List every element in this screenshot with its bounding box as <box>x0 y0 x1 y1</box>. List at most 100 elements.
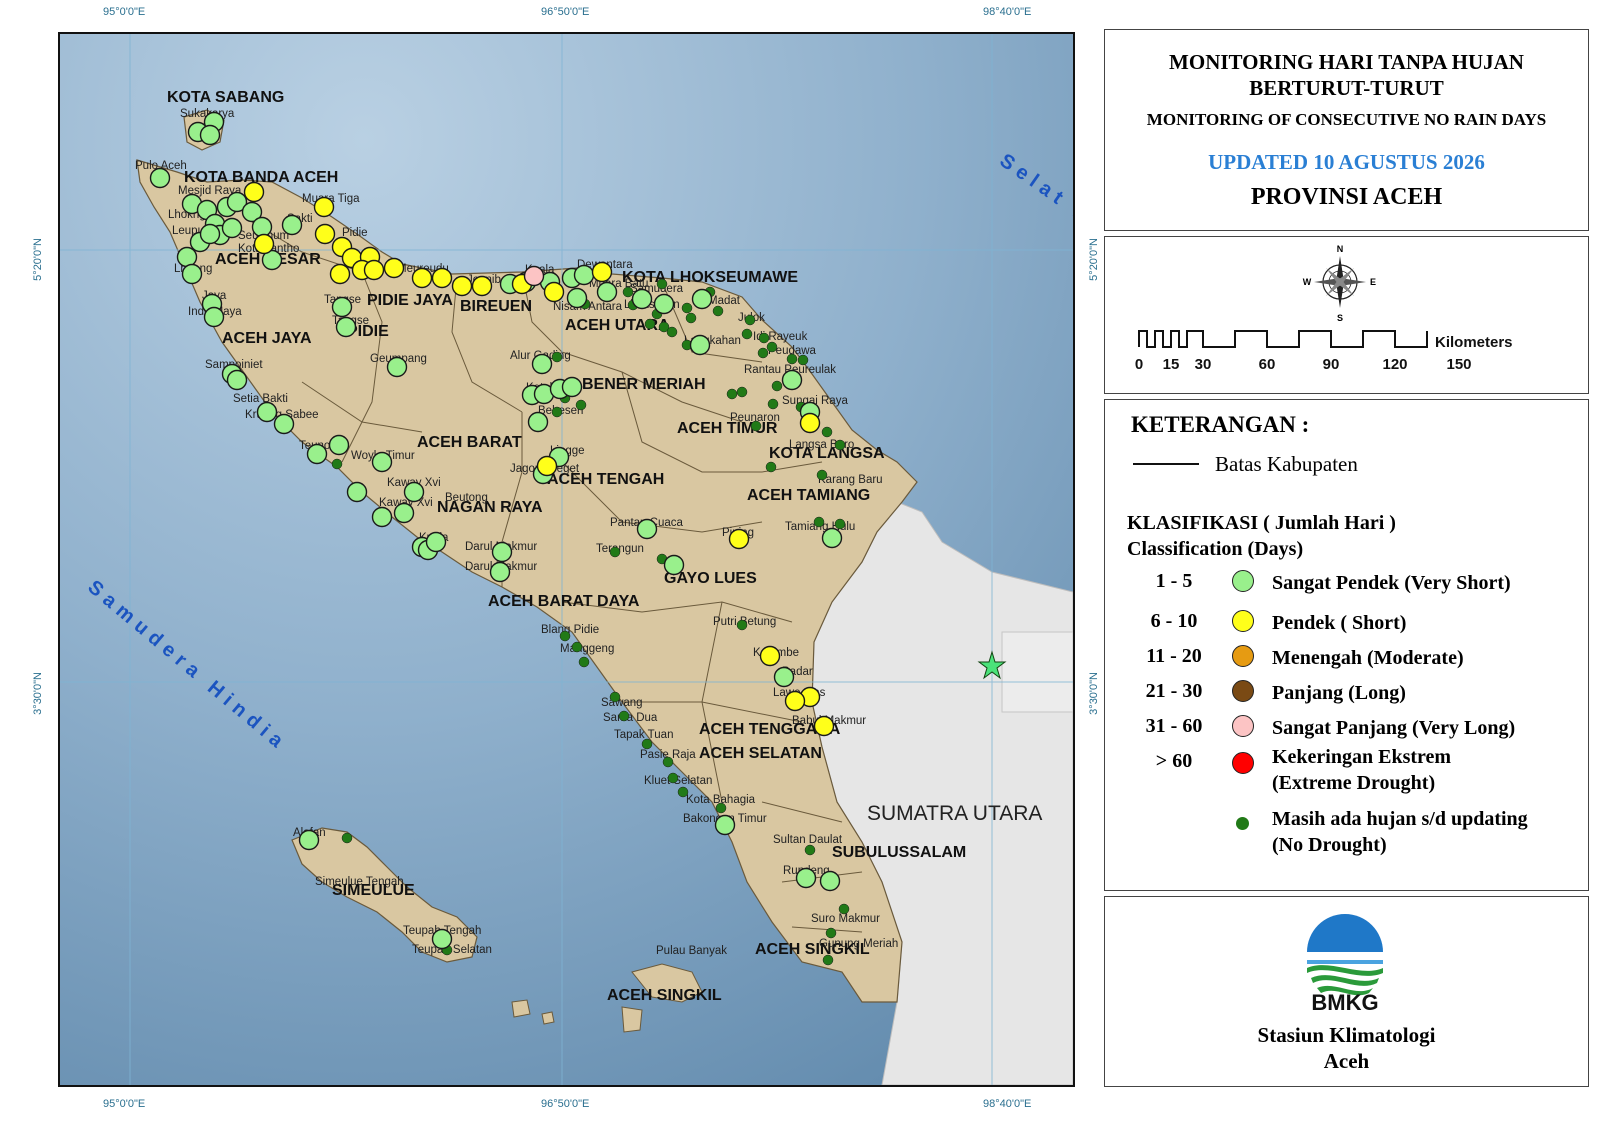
legend-label: Sangat Panjang (Very Long) <box>1272 717 1516 739</box>
compass-s: S <box>1337 313 1343 323</box>
station-line1: Stasiun Klimatologi <box>1257 1023 1436 1047</box>
station-very-short <box>199 223 221 245</box>
station-no-drought <box>816 469 828 481</box>
legend-panel: KETERANGAN : Batas Kabupaten KLASIFIKASI… <box>1104 399 1589 891</box>
station-no-drought <box>575 399 587 411</box>
station-no-drought <box>825 927 837 939</box>
station-very-short <box>425 531 447 553</box>
place-label: Sultan Daulat <box>773 834 843 846</box>
station-very-long <box>523 265 545 287</box>
station-no-drought <box>757 347 769 359</box>
station-short <box>728 528 750 550</box>
station-very-short <box>221 217 243 239</box>
bmkg-logo: BMKG <box>1307 914 1383 1015</box>
station-short <box>363 259 385 281</box>
legend-range: > 60 <box>1155 750 1193 772</box>
station-no-drought <box>331 458 343 470</box>
station-very-short <box>781 369 803 391</box>
station-no-drought <box>685 312 697 324</box>
station-very-short <box>335 316 357 338</box>
station-line2: Aceh <box>1323 1049 1370 1073</box>
station-very-short <box>371 451 393 473</box>
station-very-short <box>631 288 653 310</box>
title-line1: MONITORING HARI TANPA HUJAN <box>1169 50 1524 74</box>
station-no-drought <box>666 326 678 338</box>
station-very-short <box>573 264 595 286</box>
lon-label-mid: 96°50'0"E <box>541 6 590 18</box>
station-no-drought <box>559 630 571 642</box>
logo-panel: BMKG Stasiun Klimatologi Aceh <box>1104 896 1589 1087</box>
scale-tick-60: 60 <box>1259 356 1276 373</box>
legend-label: Sangat Pendek (Very Short) <box>1272 572 1511 594</box>
region-label: SUBULUSSALAM <box>832 844 966 861</box>
legend-label-2: (No Drought) <box>1272 834 1387 856</box>
lon-label-left-bottom: 95°0'0"E <box>103 1098 146 1110</box>
region-label: ACEH JAYA <box>222 330 312 347</box>
station-short <box>431 267 453 289</box>
station-very-short <box>561 376 583 398</box>
boundary-line-symbol <box>1133 463 1199 465</box>
station-short <box>759 645 781 667</box>
region-label: ACEH BARAT <box>417 434 522 451</box>
station-very-short <box>281 214 303 236</box>
station-no-drought <box>681 302 693 314</box>
station-very-short <box>403 481 425 503</box>
place-label: Tapak Tuan <box>614 729 673 741</box>
station-short <box>383 257 405 279</box>
legend-range: 31 - 60 <box>1145 715 1203 737</box>
station-very-short <box>256 401 278 423</box>
legend-dot-long <box>1232 680 1254 702</box>
scale-tick-30: 30 <box>1195 356 1212 373</box>
station-very-short <box>386 356 408 378</box>
legend-range: 21 - 30 <box>1145 680 1203 702</box>
station-no-drought <box>551 406 563 418</box>
station-no-drought <box>609 691 621 703</box>
lon-label-right: 98°40'0"E <box>983 6 1032 18</box>
place-label: Sama Dua <box>603 712 658 724</box>
region-label: BIREUEN <box>460 298 532 315</box>
legend-row-extreme: > 60 Kekeringan Ekstrem (Extreme Drought… <box>1105 746 1588 806</box>
station-very-short <box>566 287 588 309</box>
station-very-short <box>663 554 685 576</box>
region-label: ACEH BARAT DAYA <box>488 593 640 610</box>
station-no-drought <box>766 341 778 353</box>
station-very-short <box>181 263 203 285</box>
legend-dot-short <box>1232 610 1254 632</box>
station-short <box>536 455 558 477</box>
neighbor-label: SUMATRA UTARA <box>867 802 1042 825</box>
station-no-drought <box>821 426 833 438</box>
map-frame[interactable]: Selat Malaka Samudera Hindia SUMATRA UTA… <box>58 32 1075 1087</box>
boundary-label: Batas Kabupaten <box>1215 452 1358 476</box>
legend-row-long: 21 - 30 Panjang (Long) <box>1105 680 1588 714</box>
sumatra-utara-island <box>1001 631 1073 713</box>
place-label: Gunung Meriah <box>819 938 898 950</box>
legend-dot-extreme <box>1232 752 1254 774</box>
legend-row-no-drought: Masih ada hujan s/d updating (No Drought… <box>1105 808 1588 868</box>
title-line3: MONITORING OF CONSECUTIVE NO RAIN DAYS <box>1146 110 1547 129</box>
station-very-short <box>273 413 295 435</box>
place-label: Manggeng <box>560 643 614 655</box>
station-short <box>471 275 493 297</box>
station-short <box>451 275 473 297</box>
station-no-drought <box>667 772 679 784</box>
legend-label: Panjang (Long) <box>1272 682 1406 704</box>
station-no-drought <box>771 380 783 392</box>
title-panel: MONITORING HARI TANPA HUJAN BERTURUT-TUR… <box>1104 29 1589 231</box>
station-short <box>313 196 335 218</box>
title-line2: BERTURUT-TURUT <box>1249 76 1444 100</box>
station-no-drought <box>551 351 563 363</box>
region-label: BENER MERIAH <box>582 376 706 393</box>
station-very-short <box>821 527 843 549</box>
compass-n: N <box>1337 244 1344 254</box>
station-very-short <box>596 281 618 303</box>
map-canvas: Selat Malaka Samudera Hindia SUMATRA UTA… <box>60 34 1073 1085</box>
station-short <box>543 281 565 303</box>
station-very-short <box>149 167 171 189</box>
legend-label: Masih ada hujan s/d updating <box>1272 808 1528 830</box>
updated-date: UPDATED 10 AGUSTUS 2026 <box>1208 150 1485 174</box>
lat-label-top-right: 5°20'0"N <box>1088 238 1100 281</box>
place-label: Beutong <box>445 492 488 504</box>
place-label: Blang Pidie <box>541 624 599 636</box>
station-short <box>784 690 806 712</box>
station-short <box>243 181 265 203</box>
